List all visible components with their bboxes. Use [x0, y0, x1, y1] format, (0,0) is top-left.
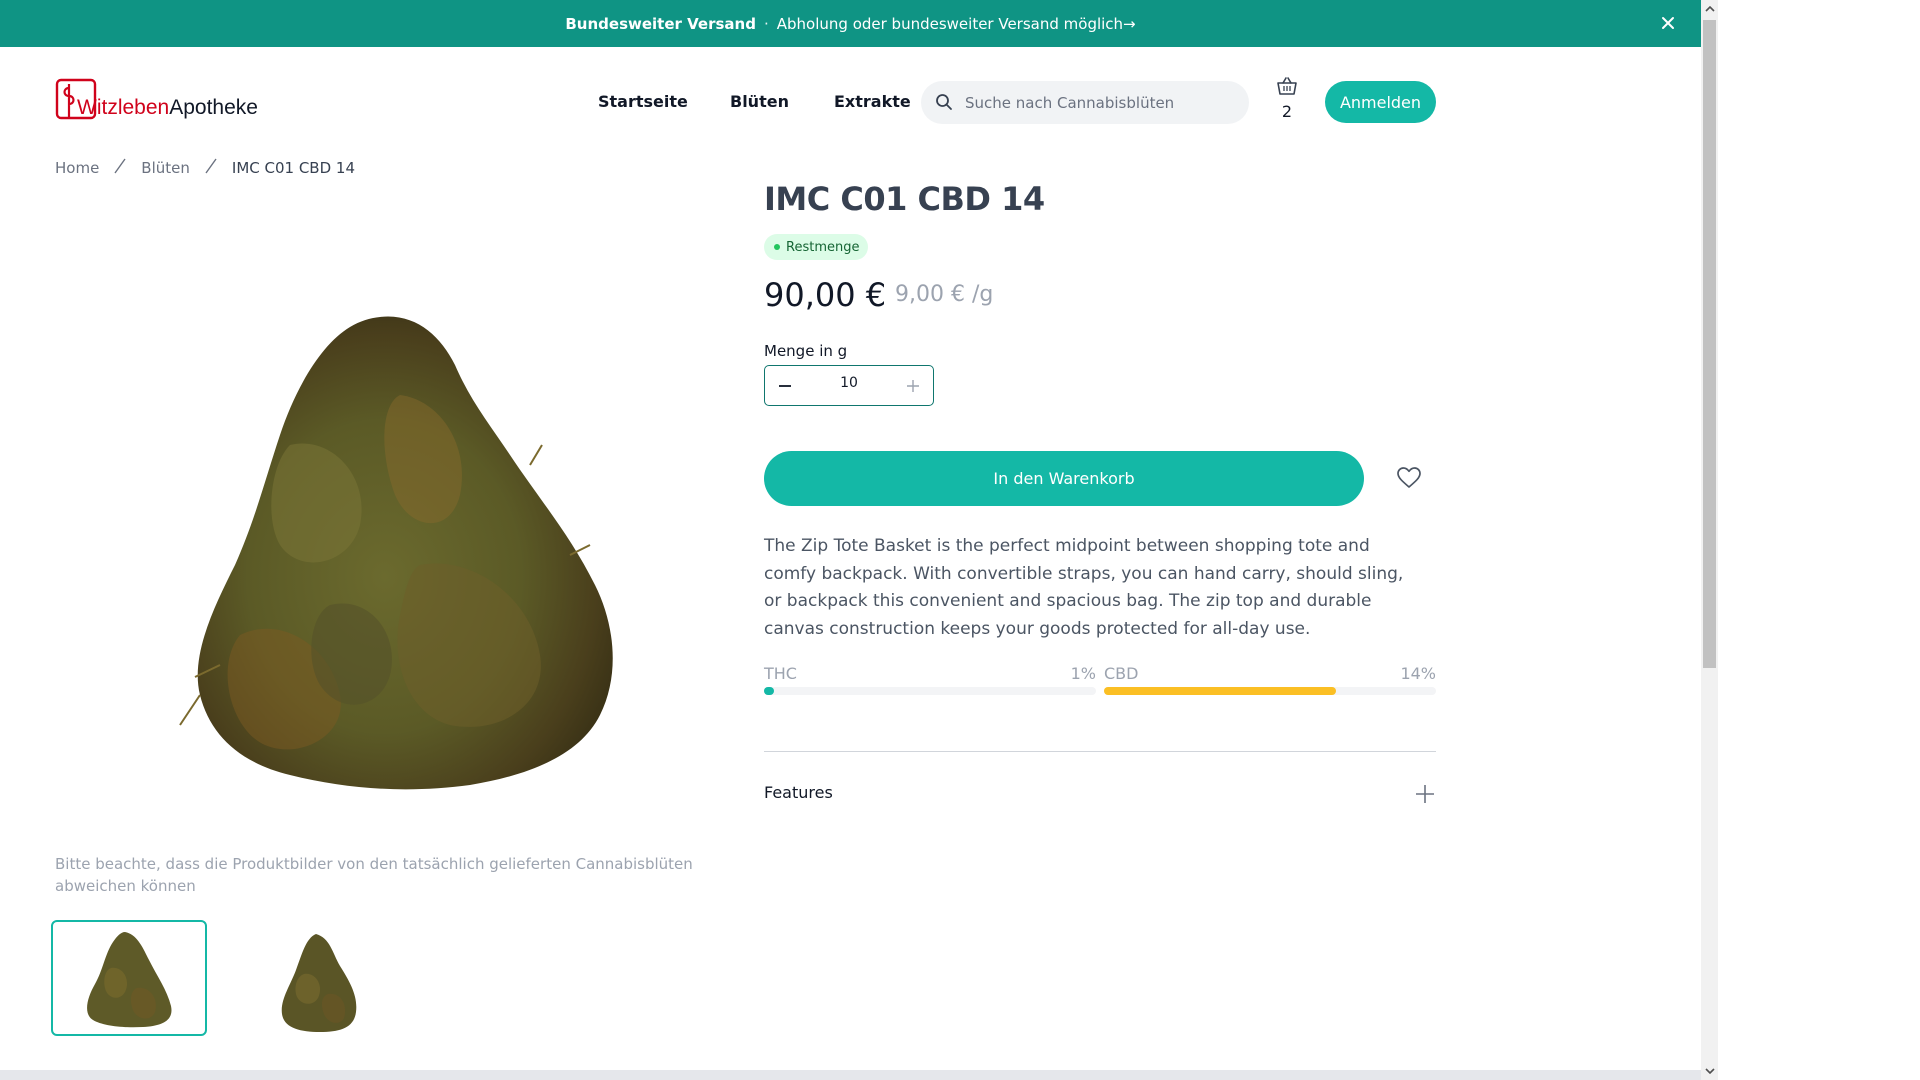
page-scrollbar[interactable] — [1701, 0, 1718, 1080]
features-accordion[interactable]: Features — [764, 783, 1436, 807]
features-label: Features — [764, 783, 833, 802]
minus-icon — [779, 384, 791, 387]
divider — [764, 751, 1436, 752]
search-input[interactable] — [965, 93, 1225, 112]
quantity-stepper — [764, 365, 934, 406]
nav-item-startseite[interactable]: Startseite — [598, 92, 688, 111]
login-button[interactable]: Anmelden — [1325, 81, 1436, 123]
thumbnail-2[interactable] — [270, 930, 370, 1035]
cbd-bar-fill — [1104, 687, 1337, 695]
add-to-cart-button[interactable]: In den Warenkorb — [764, 451, 1364, 506]
scrollbar-thumb[interactable] — [1703, 20, 1716, 668]
cart-button[interactable]: 2 — [1275, 76, 1299, 121]
brand-name-red: Witzleben — [77, 96, 170, 119]
thc-meter: THC 1% — [764, 664, 1096, 695]
nav-item-blueten[interactable]: Blüten — [730, 92, 789, 111]
logo[interactable]: WitzlebenApotheke — [55, 78, 258, 122]
announcement-message: Abholung oder bundesweiter Versand mögli… — [776, 14, 1136, 33]
thumbnail-1-image — [87, 932, 172, 1028]
announcement-title: Bundesweiter Versand — [565, 14, 756, 33]
image-disclaimer: Bitte beachte, dass die Produktbilder vo… — [55, 855, 693, 895]
breadcrumb-separator-icon — [113, 158, 127, 178]
scroll-down-arrow-icon[interactable] — [1701, 1062, 1718, 1080]
cbd-meter: CBD 14% — [1104, 664, 1436, 695]
quantity-input[interactable] — [809, 375, 889, 391]
thc-bar-fill — [764, 687, 774, 695]
product-description: The Zip Tote Basket is the perfect midpo… — [764, 536, 1404, 639]
plus-icon — [907, 379, 919, 392]
plus-icon[interactable] — [1414, 783, 1436, 805]
announcement-bar: Bundesweiter Versand · Abholung oder bun… — [0, 0, 1701, 47]
heart-icon[interactable] — [1396, 465, 1422, 491]
search-icon[interactable] — [935, 93, 953, 111]
bottom-strip — [0, 1070, 1701, 1080]
breadcrumb-home[interactable]: Home — [55, 159, 99, 177]
close-icon[interactable] — [1657, 12, 1679, 34]
thumbnail-1[interactable] — [51, 920, 207, 1036]
product-price: 90,00 € — [764, 276, 887, 314]
scroll-up-arrow-icon[interactable] — [1701, 0, 1718, 18]
basket-icon — [1277, 77, 1297, 95]
unit-price: 9,00 € /g — [895, 282, 994, 307]
brand-name: WitzlebenApotheke — [77, 96, 258, 120]
breadcrumb-separator-icon — [204, 158, 218, 178]
product-image — [179, 316, 613, 790]
search-box — [921, 81, 1249, 124]
thc-bar-track — [764, 687, 1096, 695]
cbd-label: CBD — [1104, 664, 1139, 683]
quantity-label: Menge in g — [764, 342, 848, 360]
nav-item-extrakte[interactable]: Extrakte — [834, 92, 911, 111]
increase-quantity-button[interactable] — [893, 366, 933, 405]
announcement-separator: · — [763, 14, 769, 33]
cart-count: 2 — [1281, 102, 1293, 121]
decrease-quantity-button[interactable] — [765, 366, 805, 405]
brand-name-dark: Apotheke — [169, 96, 258, 119]
product-title: IMC C01 CBD 14 — [764, 180, 1045, 218]
breadcrumb: Home Blüten IMC C01 CBD 14 — [55, 158, 355, 178]
blank-right-area — [1718, 0, 1920, 1080]
thc-value: 1% — [1070, 664, 1096, 683]
status-badge: Restmenge — [764, 234, 869, 260]
breadcrumb-blueten[interactable]: Blüten — [141, 159, 190, 177]
thc-label: THC — [764, 664, 797, 683]
cbd-bar-track — [1104, 687, 1436, 695]
cbd-value: 14% — [1400, 664, 1436, 683]
breadcrumb-current: IMC C01 CBD 14 — [231, 159, 355, 177]
